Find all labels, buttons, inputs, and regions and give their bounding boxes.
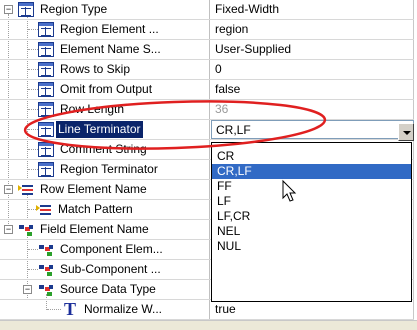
dropdown-option[interactable]: CR,LF xyxy=(212,164,411,179)
dropdown-arrow-button[interactable] xyxy=(398,123,414,141)
property-row-line-terminator[interactable]: Line Terminator CR,LF xyxy=(0,120,414,140)
text-T-icon: T xyxy=(63,300,76,319)
property-row-row-length[interactable]: Row Length 36 xyxy=(0,100,414,120)
property-label: Source Data Type xyxy=(60,282,156,296)
property-value: 36 xyxy=(215,102,229,116)
row-element-icon xyxy=(36,202,52,217)
property-label: Row Element Name xyxy=(40,182,147,196)
dropdown-option[interactable]: NEL xyxy=(212,224,411,239)
table-grid-icon xyxy=(38,142,54,157)
tree-connector xyxy=(28,149,38,150)
line-terminator-select[interactable]: CR,LF xyxy=(211,120,414,139)
property-row-region-element[interactable]: Region Element ... region xyxy=(0,20,414,40)
tree-connector xyxy=(47,309,61,310)
property-name-cell: Rows to Skip xyxy=(0,60,210,79)
property-label: Sub-Component ... xyxy=(60,262,161,276)
property-row-rows-to-skip[interactable]: Rows to Skip 0 xyxy=(0,60,414,80)
tree-connector xyxy=(28,249,38,250)
dropdown-option[interactable]: FF xyxy=(212,179,411,194)
tree-connector xyxy=(28,109,38,110)
property-row-normalize-whitespace[interactable]: T Normalize W... true xyxy=(0,300,414,320)
property-label: Region Terminator xyxy=(60,162,158,176)
field-element-icon xyxy=(38,242,54,257)
collapse-icon[interactable]: − xyxy=(4,225,13,234)
dropdown-option[interactable]: LF,CR xyxy=(212,209,411,224)
field-element-icon xyxy=(18,222,34,237)
property-label: Normalize W... xyxy=(84,302,163,316)
property-label: Line Terminator xyxy=(56,121,143,138)
row-element-icon xyxy=(18,182,34,197)
property-name-cell: Match Pattern xyxy=(0,200,210,219)
property-name-cell: − Region Type xyxy=(0,0,210,19)
property-row-omit-from-output[interactable]: Omit from Output false xyxy=(0,80,414,100)
table-grid-icon xyxy=(38,82,54,97)
table-grid-icon xyxy=(38,162,54,177)
collapse-icon[interactable]: − xyxy=(23,285,32,294)
field-element-icon xyxy=(38,282,54,297)
property-label: Region Element ... xyxy=(60,22,159,36)
property-label: Rows to Skip xyxy=(60,62,131,76)
property-name-cell: Comment String xyxy=(0,140,210,159)
property-name-cell: T Normalize W... xyxy=(0,300,210,319)
collapse-icon[interactable]: − xyxy=(4,5,13,14)
tree-connector xyxy=(28,269,38,270)
table-grid-icon xyxy=(38,122,54,137)
dropdown-option[interactable]: LF xyxy=(212,194,411,209)
property-value[interactable]: Fixed-Width xyxy=(211,0,414,19)
dropdown-option[interactable]: CR xyxy=(212,149,411,164)
table-grid-icon xyxy=(38,22,54,37)
property-name-cell: Region Terminator xyxy=(0,160,210,179)
property-label: Comment String xyxy=(60,142,147,156)
tree-connector xyxy=(28,89,38,90)
property-name-cell: Sub-Component ... xyxy=(0,260,210,279)
table-grid-icon xyxy=(18,2,34,17)
tree-connector xyxy=(28,129,38,130)
tree-connector xyxy=(28,29,38,30)
property-label: Match Pattern xyxy=(58,202,133,216)
horizontal-scrollbar[interactable] xyxy=(0,320,417,330)
property-name-cell: Element Name S... xyxy=(0,40,210,59)
property-label: Row Length xyxy=(60,102,125,116)
tree-connector xyxy=(28,169,38,170)
property-name-cell: − Row Element Name xyxy=(0,180,210,199)
property-label: Field Element Name xyxy=(40,222,149,236)
table-grid-icon xyxy=(38,42,54,57)
table-grid-icon xyxy=(38,62,54,77)
dropdown-option[interactable]: NUL xyxy=(212,239,411,254)
property-name-cell: − Source Data Type xyxy=(0,280,210,299)
property-value[interactable]: 0 xyxy=(211,60,414,79)
property-name-cell: Line Terminator xyxy=(0,120,210,139)
property-value[interactable]: User-Supplied xyxy=(211,40,414,59)
property-value[interactable]: true xyxy=(211,300,414,319)
property-name-cell: − Field Element Name xyxy=(0,220,210,239)
table-grid-icon xyxy=(38,102,54,117)
tree-connector xyxy=(28,49,38,50)
property-name-cell: Region Element ... xyxy=(0,20,210,39)
property-row-element-name-source[interactable]: Element Name S... User-Supplied xyxy=(0,40,414,60)
property-label: Element Name S... xyxy=(60,42,161,56)
property-row-region-type[interactable]: − Region Type Fixed-Width xyxy=(0,0,414,20)
collapse-icon[interactable]: − xyxy=(4,185,13,194)
property-label: Region Type xyxy=(40,2,108,16)
property-value[interactable]: region xyxy=(211,20,414,39)
property-name-cell: Omit from Output xyxy=(0,80,210,99)
property-label: Component Elem... xyxy=(60,242,163,256)
field-element-icon xyxy=(38,262,54,277)
line-terminator-options-list[interactable]: CR CR,LF FF LF LF,CR NEL NUL xyxy=(211,142,412,302)
property-name-cell: Component Elem... xyxy=(0,240,210,259)
property-value[interactable]: false xyxy=(211,80,414,99)
property-name-cell: Row Length xyxy=(0,100,210,119)
property-label: Omit from Output xyxy=(60,82,153,96)
tree-connector xyxy=(28,69,38,70)
